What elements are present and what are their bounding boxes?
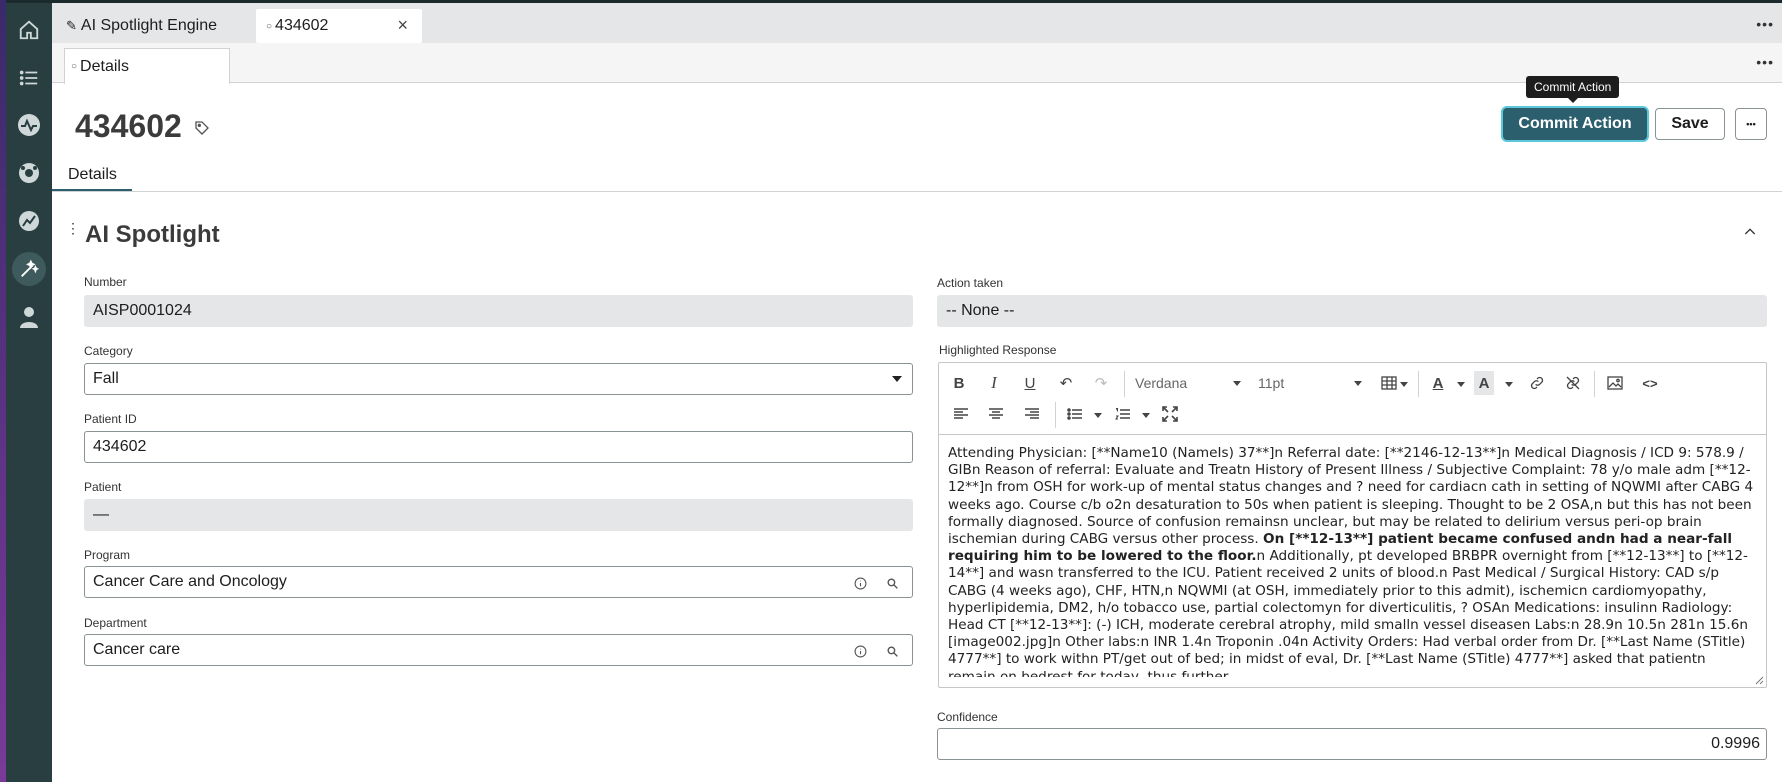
drag-handle-icon[interactable]: ⋮ xyxy=(66,221,80,235)
caret-down-icon xyxy=(1233,381,1241,386)
undo-icon[interactable]: ↶ xyxy=(1054,371,1078,395)
tab-bar-more-icon[interactable]: ••• xyxy=(1756,16,1774,32)
more-actions-button[interactable]: ••• xyxy=(1735,108,1767,140)
rich-text-editor[interactable]: B I U ↶ ↷ Verdana 11pt A A <> Attending … xyxy=(938,362,1767,688)
source-code-icon[interactable]: <> xyxy=(1638,371,1662,395)
sub-tab-bar: ○ Details ••• xyxy=(52,43,1782,84)
font-size-select[interactable]: 11pt xyxy=(1258,375,1362,391)
numbered-list-icon[interactable] xyxy=(1111,402,1135,426)
chevron-down-icon xyxy=(892,376,902,382)
toolbar-separator xyxy=(1124,371,1125,397)
redo-icon[interactable]: ↷ xyxy=(1089,371,1113,395)
link-icon[interactable] xyxy=(1525,371,1549,395)
category-value: Fall xyxy=(93,370,119,387)
number-field: AISP0001024 xyxy=(84,295,913,327)
align-center-icon[interactable] xyxy=(984,402,1008,426)
confidence-field[interactable]: 0.9996 xyxy=(937,728,1767,760)
magic-wand-icon[interactable] xyxy=(12,252,46,286)
subtab-details[interactable]: ○ Details xyxy=(64,48,230,84)
caret-down-icon[interactable] xyxy=(1400,382,1408,387)
response-text-continued: n Additionally, pt developed BRBPR overn… xyxy=(948,548,1748,677)
text-color-icon[interactable]: A xyxy=(1426,371,1450,395)
user-icon[interactable] xyxy=(12,300,46,334)
program-value: Cancer Care and Oncology xyxy=(93,573,287,590)
align-left-icon[interactable] xyxy=(949,402,973,426)
font-family-select[interactable]: Verdana xyxy=(1135,375,1241,391)
list-icon[interactable] xyxy=(12,61,46,95)
program-label: Program xyxy=(84,548,131,562)
toolbar-separator xyxy=(1594,371,1595,397)
italic-icon[interactable]: I xyxy=(982,371,1006,395)
info-icon[interactable] xyxy=(852,575,868,591)
font-size-value: 11pt xyxy=(1258,375,1285,391)
toolbar-separator xyxy=(1418,371,1419,397)
save-button[interactable]: Save xyxy=(1655,108,1725,140)
editor-toolbar: B I U ↶ ↷ Verdana 11pt A A <> xyxy=(939,363,1766,435)
background-color-icon[interactable]: A xyxy=(1474,371,1494,395)
patient-field: — xyxy=(84,499,913,531)
patient-id-label: Patient ID xyxy=(84,412,137,426)
number-label: Number xyxy=(84,275,127,289)
underline-icon[interactable]: U xyxy=(1018,371,1042,395)
subtab-label: Details xyxy=(80,57,129,75)
caret-down-icon[interactable] xyxy=(1505,382,1513,387)
department-reference-field[interactable]: Cancer care xyxy=(84,634,913,666)
editor-content[interactable]: Attending Physician: [**Name10 (NameIs) … xyxy=(948,445,1754,677)
section-title: AI Spotlight xyxy=(85,221,220,248)
font-family-value: Verdana xyxy=(1135,375,1188,391)
confidence-label: Confidence xyxy=(937,710,998,724)
wand-icon: ✎ xyxy=(66,18,77,33)
patient-label: Patient xyxy=(84,480,122,494)
caret-down-icon[interactable] xyxy=(1142,413,1150,418)
department-value: Cancer care xyxy=(93,641,181,658)
search-icon[interactable] xyxy=(884,575,900,591)
department-label: Department xyxy=(84,616,147,630)
tab-divider xyxy=(52,191,1782,192)
activity-icon[interactable] xyxy=(12,108,46,142)
program-reference-field[interactable]: Cancer Care and Oncology xyxy=(84,566,913,598)
search-icon[interactable] xyxy=(884,643,900,659)
bullet-list-icon[interactable] xyxy=(1063,402,1087,426)
action-taken-field: -- None -- xyxy=(937,295,1767,327)
caret-down-icon xyxy=(1354,381,1362,386)
resize-handle-icon[interactable] xyxy=(1754,675,1764,685)
patient-id-input[interactable] xyxy=(84,431,913,463)
circle-icon: ○ xyxy=(71,61,78,72)
toolbar-separator xyxy=(1055,402,1056,428)
form-tab-details[interactable]: Details xyxy=(52,160,132,192)
page-title: 434602 xyxy=(75,108,182,144)
tab-bar: ✎ AI Spotlight Engine ○ 434602 × ••• xyxy=(52,0,1782,43)
caret-down-icon[interactable] xyxy=(1094,413,1102,418)
app-rail xyxy=(6,0,52,782)
subbar-more-icon[interactable]: ••• xyxy=(1756,54,1774,70)
action-taken-label: Action taken xyxy=(937,276,1004,290)
tab-ai-spotlight-engine[interactable]: ✎ AI Spotlight Engine xyxy=(56,9,252,43)
lifebuoy-icon[interactable] xyxy=(12,156,46,190)
unlink-icon[interactable] xyxy=(1561,371,1585,395)
info-icon[interactable] xyxy=(852,643,868,659)
close-icon[interactable]: × xyxy=(397,15,408,36)
table-icon[interactable] xyxy=(1377,371,1401,395)
tab-record[interactable]: ○ 434602 × xyxy=(256,9,422,43)
circle-icon: ○ xyxy=(266,20,273,32)
home-icon[interactable] xyxy=(12,13,46,47)
fullscreen-icon[interactable] xyxy=(1158,402,1182,426)
category-select[interactable]: Fall xyxy=(84,363,913,395)
caret-down-icon[interactable] xyxy=(1457,382,1465,387)
image-icon[interactable] xyxy=(1603,371,1627,395)
collapse-chevron-icon[interactable] xyxy=(1742,224,1758,245)
tooltip: Commit Action xyxy=(1526,76,1620,103)
bold-icon[interactable]: B xyxy=(947,371,971,395)
align-right-icon[interactable] xyxy=(1020,402,1044,426)
category-label: Category xyxy=(84,344,133,358)
dashboard-icon[interactable] xyxy=(12,204,46,238)
commit-action-button[interactable]: Commit Action xyxy=(1503,108,1647,140)
highlighted-response-label: Highlighted Response xyxy=(939,343,1057,357)
tab-label: AI Spotlight Engine xyxy=(80,17,217,34)
tag-icon[interactable] xyxy=(194,120,210,141)
tab-label: 434602 xyxy=(275,17,329,34)
